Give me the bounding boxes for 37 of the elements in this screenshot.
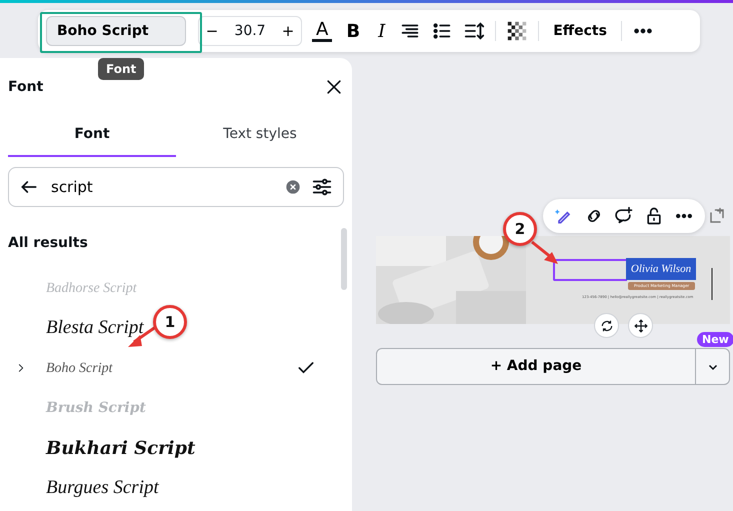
text-color-button[interactable]: A	[312, 20, 332, 42]
clear-icon[interactable]	[285, 179, 301, 195]
panel-title: Font	[8, 78, 44, 96]
italic-button[interactable]: I	[374, 18, 390, 44]
search-bar[interactable]: script	[8, 167, 344, 207]
add-comment-icon[interactable]	[614, 206, 634, 226]
font-size-value: 30.7	[233, 22, 267, 40]
filter-icon[interactable]	[311, 176, 333, 198]
section-heading: All results	[8, 234, 89, 253]
new-badge: New	[697, 332, 733, 347]
font-list-item[interactable]: Boho Script	[46, 358, 112, 378]
move-button[interactable]	[628, 313, 653, 338]
font-size-control[interactable]: − 30.7 +	[198, 16, 302, 46]
font-list-item[interactable]: Bukhari Script	[46, 434, 196, 462]
scrollbar[interactable]	[341, 228, 347, 290]
add-page-icon[interactable]	[708, 207, 726, 225]
increase-button[interactable]: +	[275, 18, 301, 44]
transparency-icon[interactable]	[506, 20, 528, 42]
effects-button[interactable]: Effects	[549, 20, 611, 42]
font-list-item[interactable]: Blesta Script	[46, 314, 144, 342]
bold-button[interactable]: B	[342, 18, 364, 44]
tab[interactable]: Text styles	[176, 116, 344, 157]
decrease-button[interactable]: −	[199, 18, 225, 44]
name-text: Olivia Wilson	[626, 258, 696, 280]
chevron-right-icon	[16, 363, 26, 373]
selection-frame[interactable]	[553, 259, 627, 281]
move-icon[interactable]	[634, 318, 648, 332]
tab[interactable]: Font	[8, 116, 176, 157]
rotate-icon[interactable]	[600, 318, 614, 332]
add-page-button[interactable]: + Add page	[376, 348, 696, 385]
line-spacing-icon[interactable]	[463, 20, 486, 42]
rotate-button[interactable]	[594, 313, 619, 338]
callout-number: 2	[503, 212, 537, 246]
tooltip: Font	[98, 58, 144, 80]
callout-arrow	[530, 240, 560, 266]
font-list-item[interactable]: Burgues Script	[46, 474, 159, 502]
font-dropdown[interactable]: Boho Script	[46, 16, 186, 46]
